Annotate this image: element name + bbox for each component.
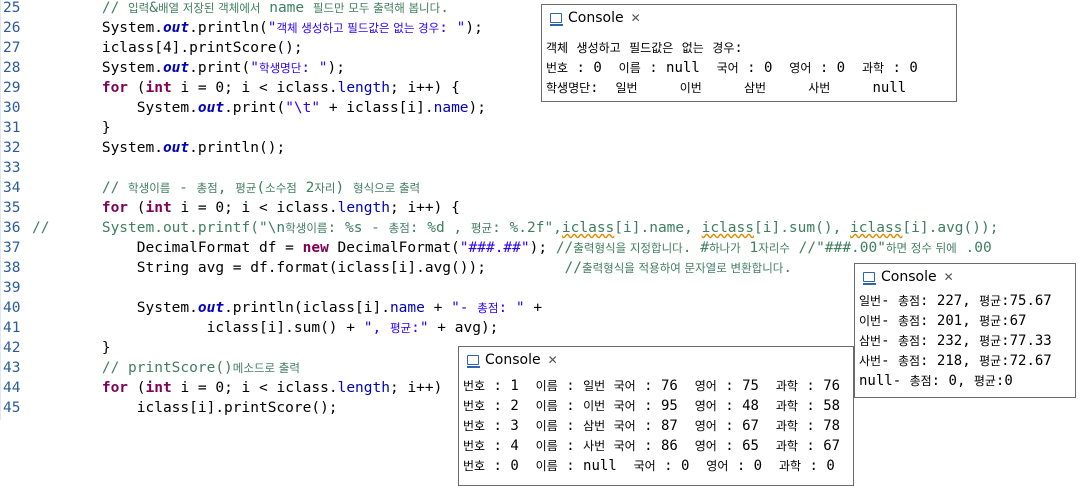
code-line[interactable]: iclass[i].printScore(); [32, 398, 338, 418]
console-output-line: null- 총점: 0, 평균:0 [859, 373, 1013, 389]
console-panel-top[interactable]: Console ✕ 객체 생성하고 필드값은 없는 경우: 번호 : 0 이름 :… [541, 4, 957, 102]
line-number: 42 [3, 340, 21, 356]
console-output-line: 번호 : 1 이름 : 일번 국어 : 76 영어 : 75 과학 : 76 [463, 378, 841, 394]
console-icon [862, 272, 876, 285]
line-number: 32 [3, 140, 21, 156]
console-output-line: 번호 : 0 이름 : null 국어 : 0 영어 : 0 과학 : 0 [546, 60, 918, 76]
code-line[interactable]: iclass[i].sum() + ", 평균:" + avg); [32, 318, 499, 338]
code-line[interactable]: String avg = df.format(iclass[i].avg());… [32, 258, 792, 278]
gutter-border [0, 0, 1, 420]
console-tab[interactable]: Console ✕ [542, 5, 956, 31]
console-output-line: 객체 생성하고 필드값은 없는 경우: [546, 40, 743, 56]
console-tab-label: Console [568, 10, 624, 26]
code-line[interactable]: System.out.println(); [32, 138, 285, 158]
code-line[interactable]: System.out.print("\t" + iclass[i].name); [32, 98, 486, 118]
console-output-line: 번호 : 4 이름 : 사번 국어 : 86 영어 : 65 과학 : 67 [463, 438, 841, 454]
line-number: 30 [3, 100, 21, 116]
code-line[interactable]: System.out.println("객체 생성하고 필드값은 없는 경우: … [32, 18, 483, 38]
code-line[interactable]: } [32, 338, 111, 358]
code-line[interactable]: System.out.println(iclass[i].name + "- 총… [32, 298, 542, 318]
console-icon [466, 355, 480, 368]
line-number: 43 [3, 360, 21, 376]
console-output-line: 번호 : 2 이름 : 이번 국어 : 95 영어 : 48 과학 : 58 [463, 398, 841, 414]
code-line[interactable]: for (int i = 0; i < iclass.length; i++) … [32, 78, 460, 98]
console-output-line: 사번- 총점: 218, 평균:72.67 [859, 353, 1052, 369]
console-output-line: 일번- 총점: 227, 평균:75.67 [859, 293, 1052, 309]
line-number: 36 [3, 220, 21, 236]
code-line[interactable]: // 학생이름 - 총점, 평균(소수점 2자리) 형식으로 출력 [32, 178, 420, 198]
line-number: 40 [3, 300, 21, 316]
console-output-line: 이번- 총점: 201, 평균:67 [859, 313, 1027, 329]
line-number: 31 [3, 120, 21, 136]
code-line[interactable]: } [32, 118, 111, 138]
code-line[interactable]: for (int i = 0; i < iclass.length; i++) … [32, 198, 460, 218]
console-output-line: 학생명단: 일번 이번 삼번 사번 null [546, 80, 907, 96]
line-number: 28 [3, 60, 21, 76]
code-line[interactable]: System.out.print("학생명단: "); [32, 58, 345, 78]
console-output-line: 번호 : 0 이름 : null 국어 : 0 영어 : 0 과학 : 0 [463, 458, 835, 474]
line-number: 38 [3, 260, 21, 276]
line-number: 33 [3, 160, 21, 176]
console-panel-right[interactable]: Console ✕ 일번- 총점: 227, 평균:75.67 이번- 총점: 2… [854, 263, 1076, 398]
line-number: 35 [3, 200, 21, 216]
code-line[interactable]: iclass[4].printScore(); [32, 38, 303, 58]
code-line[interactable]: for (int i = 0; i < iclass.length; i++) [32, 378, 443, 398]
line-number: 41 [3, 320, 21, 336]
console-tab-label: Console [485, 352, 541, 368]
line-number: 44 [3, 380, 21, 396]
console-tab-label: Console [881, 269, 937, 285]
console-output-line: 삼번- 총점: 232, 평균:77.33 [859, 333, 1052, 349]
code-line[interactable]: DecimalFormat df = new DecimalFormat("##… [32, 238, 992, 258]
line-number: 34 [3, 180, 21, 196]
console-tab[interactable]: Console ✕ [459, 347, 853, 373]
line-number: 39 [3, 280, 21, 296]
console-panel-bottom[interactable]: Console ✕ 번호 : 1 이름 : 일번 국어 : 76 영어 : 75… [458, 346, 854, 486]
close-icon[interactable]: ✕ [631, 11, 641, 25]
line-number: 45 [3, 400, 21, 416]
code-line[interactable]: // 입력&배열 저장된 객체에서 name 필드만 모두 출력해 봅니다. [32, 0, 449, 18]
close-icon[interactable]: ✕ [944, 270, 954, 284]
console-tab[interactable]: Console ✕ [855, 264, 1075, 290]
line-number: 37 [3, 240, 21, 256]
line-number: 26 [3, 20, 21, 36]
line-number: 27 [3, 40, 21, 56]
code-line[interactable]: // System.out.printf("\n학생이름: %s - 총점: %… [32, 218, 998, 238]
console-output-line: 번호 : 3 이름 : 삼번 국어 : 87 영어 : 67 과학 : 78 [463, 418, 841, 434]
line-number: 29 [3, 80, 21, 96]
line-number: 25 [3, 0, 21, 16]
console-icon [549, 13, 563, 26]
code-line[interactable]: // printScore()메소드로 출력 [32, 358, 300, 378]
close-icon[interactable]: ✕ [548, 353, 558, 367]
